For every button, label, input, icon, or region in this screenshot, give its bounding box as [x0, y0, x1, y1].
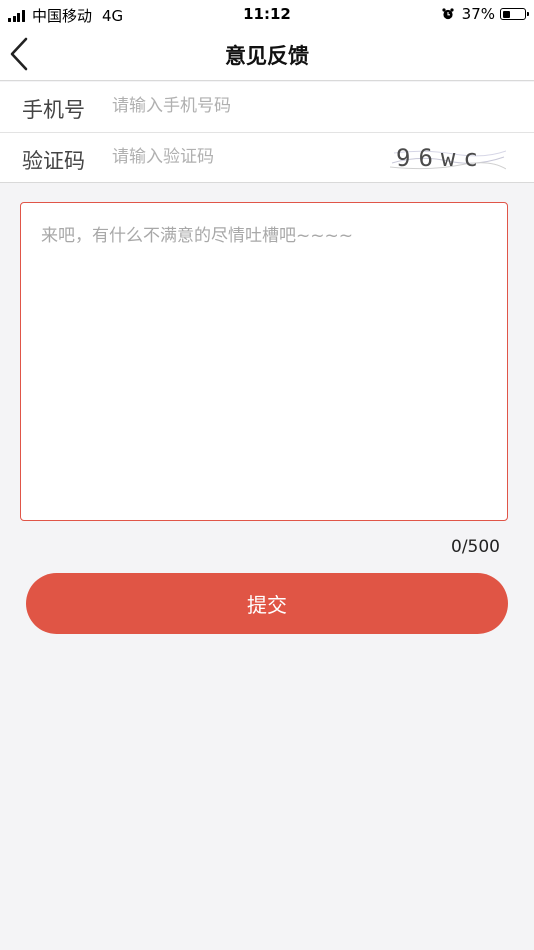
phone-row: 手机号 [0, 82, 534, 133]
alarm-icon [442, 8, 454, 20]
code-row: 验证码 96wc [0, 133, 534, 183]
feedback-box [20, 202, 508, 521]
captcha-image[interactable]: 96wc [390, 141, 506, 175]
page-title: 意见反馈 [225, 44, 309, 68]
contact-form: 手机号 验证码 96wc [0, 82, 534, 183]
phone-label: 手机号 [22, 98, 85, 122]
char-counter: 0/500 [451, 537, 500, 557]
captcha-text: 96wc [396, 144, 486, 172]
submit-button[interactable]: 提交 [26, 573, 508, 634]
code-label: 验证码 [22, 149, 85, 173]
battery-percent: 37% [461, 5, 495, 23]
code-input[interactable] [112, 143, 372, 171]
status-right: 37% [442, 5, 529, 23]
status-bar: 中国移动 4G 11:12 37% [0, 0, 534, 28]
feedback-textarea[interactable] [21, 203, 507, 520]
navigation-bar: 意见反馈 [0, 28, 534, 81]
phone-input[interactable] [112, 92, 372, 120]
battery-icon [500, 8, 529, 20]
